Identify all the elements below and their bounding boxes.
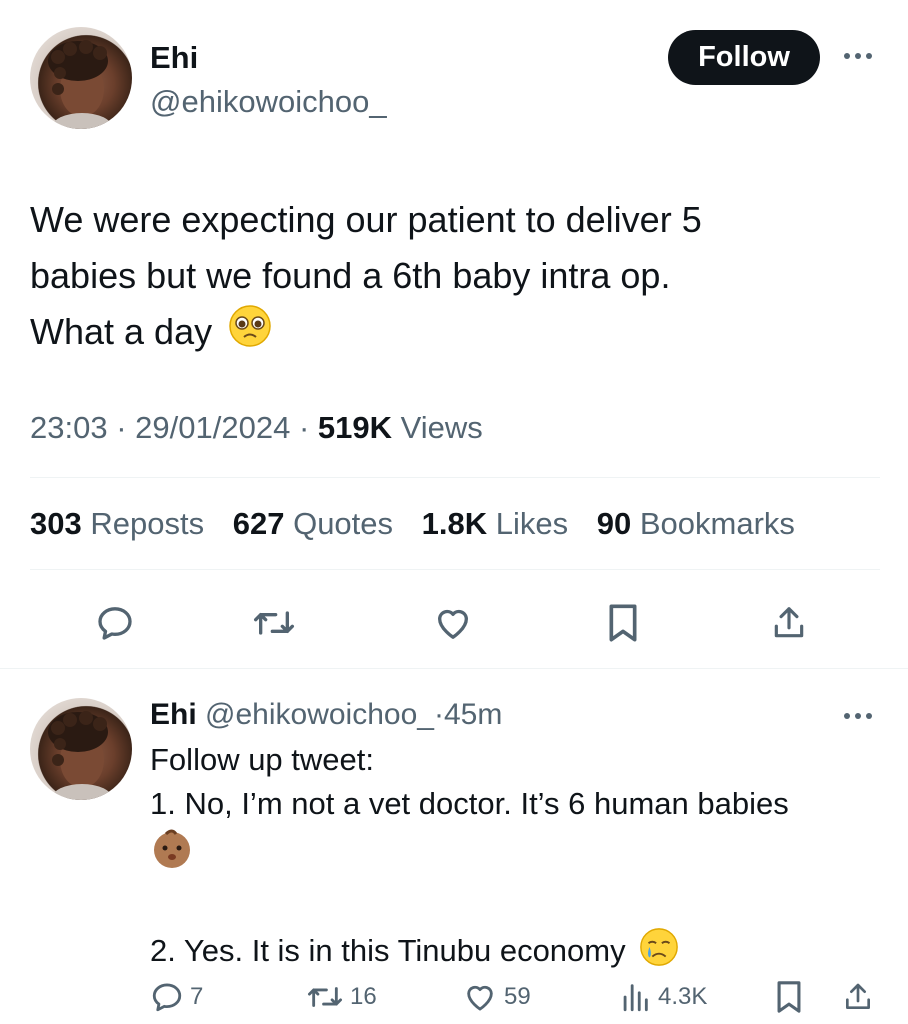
reply-repost-button[interactable]: 16 [306, 980, 377, 1014]
quotes-count: 627 [232, 506, 285, 541]
face-holding-back-tears-icon [228, 304, 272, 364]
reply-separator: · [433, 698, 444, 731]
bookmarks-count: 90 [596, 506, 632, 541]
tweet-text-line: What a day [30, 304, 850, 364]
reply-button[interactable] [90, 598, 140, 648]
like-button[interactable] [428, 598, 478, 648]
crying-face-icon [638, 926, 680, 980]
bookmarks-stat[interactable]: 90 Bookmarks [597, 506, 795, 541]
reply-icon [98, 607, 132, 640]
quotes-stat[interactable]: 627 Quotes [233, 506, 393, 541]
likes-label: Likes [495, 506, 569, 541]
like-count: 59 [504, 983, 531, 1010]
reply-blank-line [150, 882, 890, 926]
author-avatar[interactable] [30, 27, 132, 129]
reply-text-line: Follow up tweet: [150, 742, 374, 777]
tweet-text-line-content: What a day [30, 311, 213, 352]
reply-count: 7 [190, 983, 204, 1010]
reply-header: Ehi @ehikowoichoo_·45m [150, 698, 502, 732]
baby-icon [150, 826, 194, 882]
reply-icon [152, 983, 182, 1012]
quotes-label: Quotes [293, 506, 394, 541]
tweet-time[interactable]: 23:03 [30, 410, 108, 445]
divider [30, 477, 880, 478]
repost-icon [254, 611, 295, 635]
likes-count: 1.8K [421, 506, 488, 541]
views-label: Views [400, 410, 483, 445]
reply-text-line: 2. Yes. It is in this Tinubu economy [150, 926, 890, 980]
reply-text-line-content: 2. Yes. It is in this Tinubu economy [150, 933, 626, 969]
views-icon [623, 984, 648, 1012]
bookmark-button[interactable] [598, 598, 648, 648]
tweet-text: We were expecting our patient to deliver… [30, 192, 850, 364]
more-options-icon[interactable] [840, 46, 876, 66]
share-button[interactable] [764, 598, 814, 648]
views-count: 519K [317, 410, 392, 445]
reply-text-line: 1. No, I’m not a vet doctor. It’s 6 huma… [150, 786, 789, 821]
repost-icon [307, 987, 342, 1007]
follow-button[interactable]: Follow [668, 30, 820, 85]
author-handle[interactable]: @ehikowoichoo_ [150, 84, 387, 120]
reply-reply-button[interactable]: 7 [150, 980, 203, 1014]
reply-bookmark-button[interactable] [774, 980, 804, 1014]
tweet-stats: 303 Reposts 627 Quotes 1.8K Likes 90 Boo… [30, 506, 815, 542]
reply-author-avatar[interactable] [30, 698, 132, 800]
bookmarks-label: Bookmarks [639, 506, 795, 541]
reply-time[interactable]: 45m [444, 698, 502, 731]
reply-share-button[interactable] [842, 980, 874, 1014]
likes-stat[interactable]: 1.8K Likes [422, 506, 568, 541]
tweet-date[interactable]: 29/01/2024 [135, 410, 290, 445]
repost-button[interactable] [246, 598, 302, 648]
divider [0, 668, 908, 669]
bookmark-icon [777, 981, 801, 1013]
share-icon [846, 983, 870, 1009]
reply-text: Follow up tweet: 1. No, I’m not a vet do… [150, 738, 890, 980]
tweet-meta: 23:03 · 29/01/2024 · 519K Views [30, 410, 483, 446]
reposts-label: Reposts [90, 506, 205, 541]
views-count: 4.3K [658, 983, 708, 1010]
author-name[interactable]: Ehi [150, 40, 198, 76]
divider [30, 569, 880, 570]
reply-like-button[interactable]: 59 [462, 980, 531, 1014]
reply-emoji-line [150, 826, 890, 882]
repost-count: 16 [350, 983, 377, 1010]
share-icon [774, 607, 804, 638]
tweet-text-line: We were expecting our patient to deliver… [30, 199, 702, 240]
reply-views-button[interactable]: 4.3K [618, 980, 707, 1014]
reply-author-handle[interactable]: @ehikowoichoo_ [205, 698, 434, 731]
reply-author-name[interactable]: Ehi [150, 698, 197, 731]
like-icon [438, 609, 468, 639]
reposts-stat[interactable]: 303 Reposts [30, 506, 204, 541]
tweet-text-line: babies but we found a 6th baby intra op. [30, 255, 671, 296]
reply-more-options-icon[interactable] [840, 706, 876, 726]
meta-separator: · [116, 410, 127, 445]
reposts-count: 303 [30, 506, 82, 541]
like-icon [467, 985, 493, 1011]
meta-separator: · [298, 410, 310, 445]
bookmark-icon [609, 604, 637, 642]
